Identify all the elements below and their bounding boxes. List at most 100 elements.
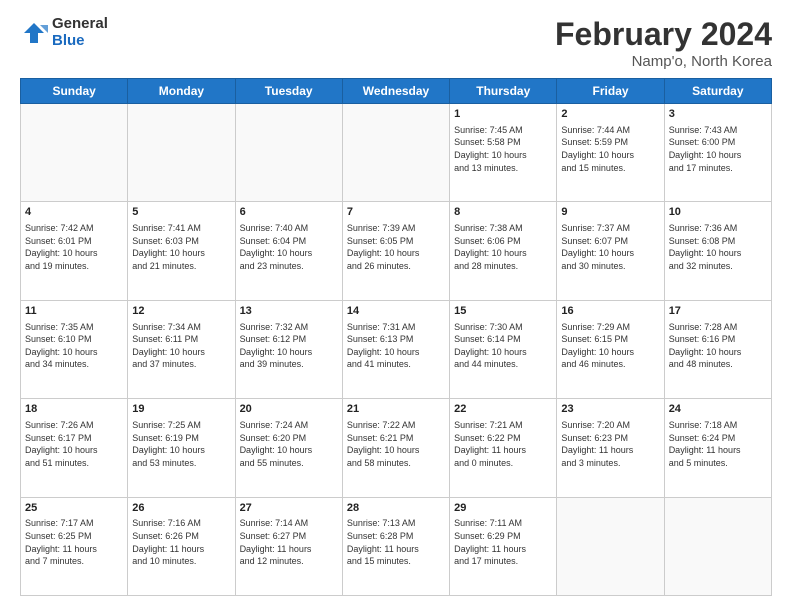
calendar-cell: 28Sunrise: 7:13 AM Sunset: 6:28 PM Dayli…	[342, 497, 449, 595]
calendar-cell: 8 Sunrise: 7:38 AM Sunset: 6:06 PM Daylig…	[450, 202, 557, 300]
header-friday: Friday	[557, 79, 664, 104]
calendar-cell: 9 Sunrise: 7:37 AM Sunset: 6:07 PM Daylig…	[557, 202, 664, 300]
day-number: 11	[25, 304, 123, 319]
day-info: Sunrise: 7:41 AM Sunset: 6:03 PM Dayligh…	[132, 222, 230, 272]
day-info: Sunrise: 7:28 AM Sunset: 6:16 PM Dayligh…	[669, 321, 767, 371]
calendar-cell: 23 Sunrise: 7:20 AM Sunset: 6:23 PM Dayli…	[557, 399, 664, 497]
day-number: 20	[240, 402, 338, 417]
day-info: Sunrise: 7:14 AM Sunset: 6:27 PM Dayligh…	[240, 517, 338, 567]
calendar-cell: 12Sunrise: 7:34 AM Sunset: 6:11 PM Dayli…	[128, 300, 235, 398]
day-info: Sunrise: 7:26 AM Sunset: 6:17 PM Dayligh…	[25, 419, 123, 469]
day-number: 9	[561, 205, 659, 220]
header-sunday: Sunday	[21, 79, 128, 104]
calendar-week-row-2: 4Sunrise: 7:42 AM Sunset: 6:01 PM Daylig…	[21, 202, 772, 300]
header-tuesday: Tuesday	[235, 79, 342, 104]
calendar-cell: 17 Sunrise: 7:28 AM Sunset: 6:16 PM Dayli…	[664, 300, 771, 398]
day-info: Sunrise: 7:13 AM Sunset: 6:28 PM Dayligh…	[347, 517, 445, 567]
day-info: Sunrise: 7:36 AM Sunset: 6:08 PM Dayligh…	[669, 222, 767, 272]
day-info: Sunrise: 7:39 AM Sunset: 6:05 PM Dayligh…	[347, 222, 445, 272]
calendar-cell: 13Sunrise: 7:32 AM Sunset: 6:12 PM Dayli…	[235, 300, 342, 398]
weekday-header-row: Sunday Monday Tuesday Wednesday Thursday…	[21, 79, 772, 104]
title-block: February 2024 Namp'o, North Korea	[555, 16, 772, 70]
day-number: 26	[132, 501, 230, 516]
day-info: Sunrise: 7:29 AM Sunset: 6:15 PM Dayligh…	[561, 321, 659, 371]
day-info: Sunrise: 7:44 AM Sunset: 5:59 PM Dayligh…	[561, 124, 659, 174]
calendar-cell: 7Sunrise: 7:39 AM Sunset: 6:05 PM Daylig…	[342, 202, 449, 300]
logo-general-text: General	[52, 16, 108, 33]
calendar-cell: 22 Sunrise: 7:21 AM Sunset: 6:22 PM Dayli…	[450, 399, 557, 497]
day-number: 8	[454, 205, 552, 220]
header-monday: Monday	[128, 79, 235, 104]
day-number: 1	[454, 107, 552, 122]
logo-icon	[20, 19, 48, 47]
calendar-cell: 27Sunrise: 7:14 AM Sunset: 6:27 PM Dayli…	[235, 497, 342, 595]
calendar-cell: 4Sunrise: 7:42 AM Sunset: 6:01 PM Daylig…	[21, 202, 128, 300]
day-info: Sunrise: 7:20 AM Sunset: 6:23 PM Dayligh…	[561, 419, 659, 469]
day-number: 2	[561, 107, 659, 122]
calendar-cell: 14 Sunrise: 7:31 AM Sunset: 6:13 PM Dayli…	[342, 300, 449, 398]
logo-text: General Blue	[52, 16, 108, 49]
header-saturday: Saturday	[664, 79, 771, 104]
day-info: Sunrise: 7:40 AM Sunset: 6:04 PM Dayligh…	[240, 222, 338, 272]
calendar-cell: 19Sunrise: 7:25 AM Sunset: 6:19 PM Dayli…	[128, 399, 235, 497]
calendar-cell: 16 Sunrise: 7:29 AM Sunset: 6:15 PM Dayli…	[557, 300, 664, 398]
day-info: Sunrise: 7:22 AM Sunset: 6:21 PM Dayligh…	[347, 419, 445, 469]
day-info: Sunrise: 7:17 AM Sunset: 6:25 PM Dayligh…	[25, 517, 123, 567]
title-location: Namp'o, North Korea	[555, 53, 772, 70]
calendar-cell: 24 Sunrise: 7:18 AM Sunset: 6:24 PM Dayli…	[664, 399, 771, 497]
calendar-cell: 1 Sunrise: 7:45 AM Sunset: 5:58 PM Daylig…	[450, 104, 557, 202]
day-info: Sunrise: 7:42 AM Sunset: 6:01 PM Dayligh…	[25, 222, 123, 272]
calendar-cell	[557, 497, 664, 595]
day-info: Sunrise: 7:24 AM Sunset: 6:20 PM Dayligh…	[240, 419, 338, 469]
day-number: 6	[240, 205, 338, 220]
day-number: 23	[561, 402, 659, 417]
calendar-cell: 29Sunrise: 7:11 AM Sunset: 6:29 PM Dayli…	[450, 497, 557, 595]
calendar-cell	[21, 104, 128, 202]
day-number: 29	[454, 501, 552, 516]
day-info: Sunrise: 7:31 AM Sunset: 6:13 PM Dayligh…	[347, 321, 445, 371]
day-info: Sunrise: 7:11 AM Sunset: 6:29 PM Dayligh…	[454, 517, 552, 567]
day-number: 13	[240, 304, 338, 319]
day-number: 15	[454, 304, 552, 319]
day-number: 21	[347, 402, 445, 417]
day-info: Sunrise: 7:38 AM Sunset: 6:06 PM Dayligh…	[454, 222, 552, 272]
day-info: Sunrise: 7:43 AM Sunset: 6:00 PM Dayligh…	[669, 124, 767, 174]
day-number: 17	[669, 304, 767, 319]
day-info: Sunrise: 7:37 AM Sunset: 6:07 PM Dayligh…	[561, 222, 659, 272]
calendar-cell: 25Sunrise: 7:17 AM Sunset: 6:25 PM Dayli…	[21, 497, 128, 595]
calendar-cell	[235, 104, 342, 202]
calendar-cell: 5Sunrise: 7:41 AM Sunset: 6:03 PM Daylig…	[128, 202, 235, 300]
day-number: 10	[669, 205, 767, 220]
day-number: 3	[669, 107, 767, 122]
calendar-cell: 6 Sunrise: 7:40 AM Sunset: 6:04 PM Daylig…	[235, 202, 342, 300]
day-number: 24	[669, 402, 767, 417]
calendar-table: Sunday Monday Tuesday Wednesday Thursday…	[20, 78, 772, 596]
day-info: Sunrise: 7:25 AM Sunset: 6:19 PM Dayligh…	[132, 419, 230, 469]
calendar-cell: 15 Sunrise: 7:30 AM Sunset: 6:14 PM Dayli…	[450, 300, 557, 398]
logo-blue-text: Blue	[52, 33, 108, 50]
header: General Blue February 2024 Namp'o, North…	[20, 16, 772, 70]
day-info: Sunrise: 7:45 AM Sunset: 5:58 PM Dayligh…	[454, 124, 552, 174]
day-number: 14	[347, 304, 445, 319]
day-number: 25	[25, 501, 123, 516]
calendar-cell	[664, 497, 771, 595]
day-info: Sunrise: 7:30 AM Sunset: 6:14 PM Dayligh…	[454, 321, 552, 371]
day-info: Sunrise: 7:18 AM Sunset: 6:24 PM Dayligh…	[669, 419, 767, 469]
day-number: 28	[347, 501, 445, 516]
day-number: 16	[561, 304, 659, 319]
day-info: Sunrise: 7:21 AM Sunset: 6:22 PM Dayligh…	[454, 419, 552, 469]
calendar-cell: 3 Sunrise: 7:43 AM Sunset: 6:00 PM Daylig…	[664, 104, 771, 202]
day-info: Sunrise: 7:16 AM Sunset: 6:26 PM Dayligh…	[132, 517, 230, 567]
day-number: 12	[132, 304, 230, 319]
calendar-week-row-1: 1 Sunrise: 7:45 AM Sunset: 5:58 PM Daylig…	[21, 104, 772, 202]
header-thursday: Thursday	[450, 79, 557, 104]
calendar-cell: 2 Sunrise: 7:44 AM Sunset: 5:59 PM Daylig…	[557, 104, 664, 202]
page: General Blue February 2024 Namp'o, North…	[0, 0, 792, 612]
day-number: 27	[240, 501, 338, 516]
calendar-week-row-3: 11Sunrise: 7:35 AM Sunset: 6:10 PM Dayli…	[21, 300, 772, 398]
calendar-cell: 26Sunrise: 7:16 AM Sunset: 6:26 PM Dayli…	[128, 497, 235, 595]
day-number: 22	[454, 402, 552, 417]
calendar-cell: 20 Sunrise: 7:24 AM Sunset: 6:20 PM Dayli…	[235, 399, 342, 497]
title-month: February 2024	[555, 16, 772, 53]
calendar-cell: 18Sunrise: 7:26 AM Sunset: 6:17 PM Dayli…	[21, 399, 128, 497]
